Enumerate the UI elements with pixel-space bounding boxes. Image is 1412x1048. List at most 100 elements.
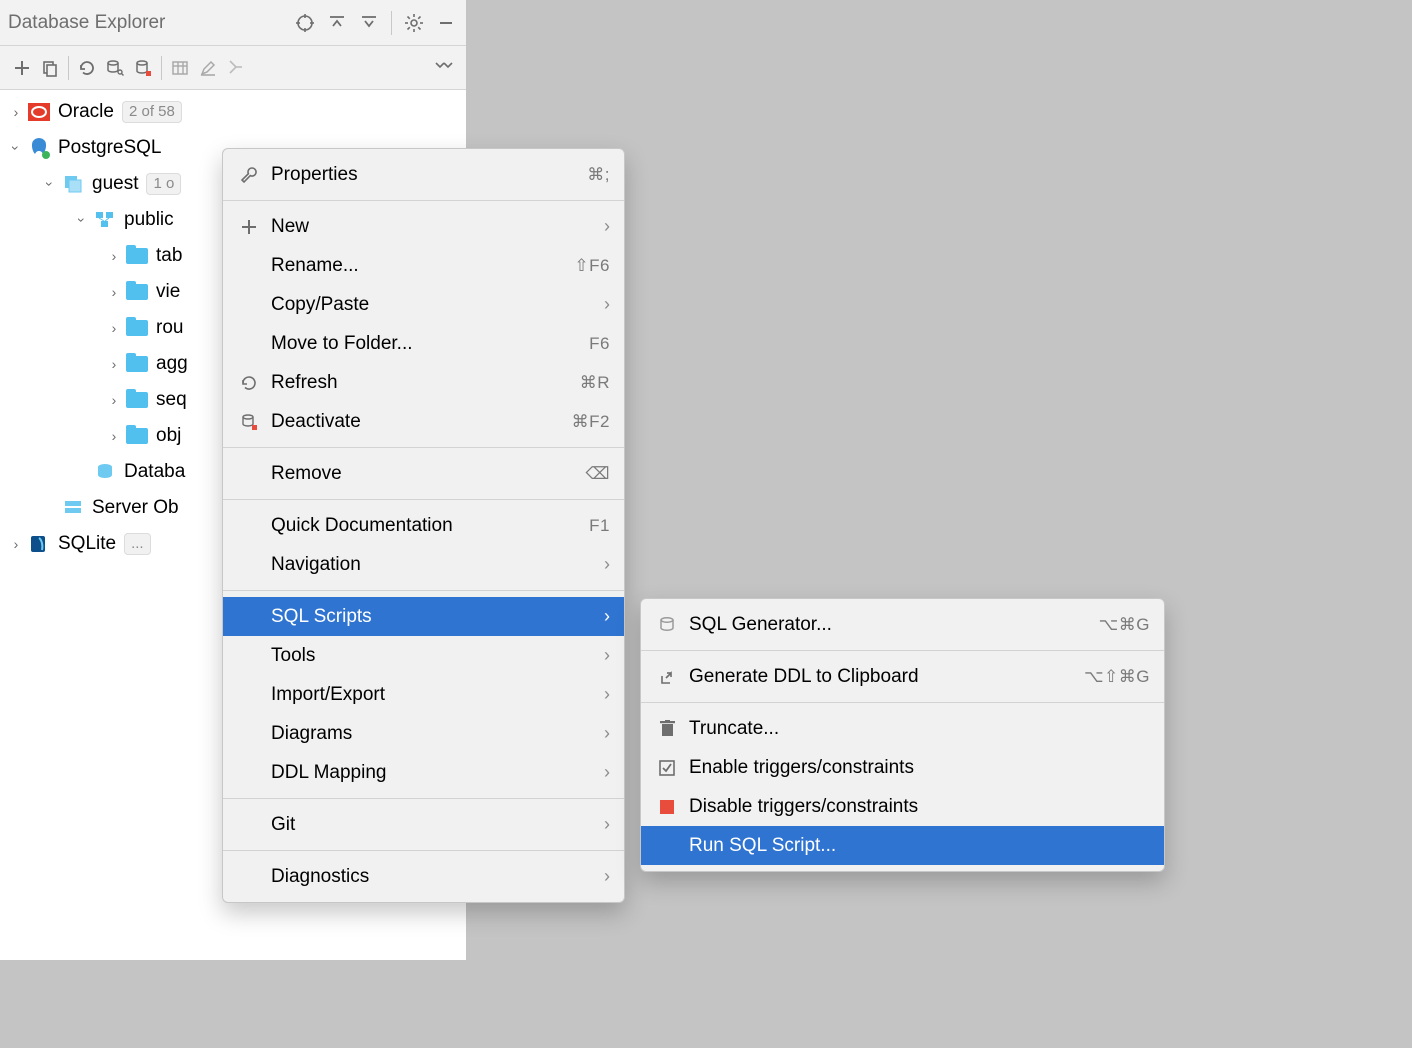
chevron-down-icon[interactable]: ›	[8, 138, 24, 158]
menu-label: Rename...	[271, 255, 574, 277]
target-icon[interactable]	[291, 9, 319, 37]
menu-label: New	[271, 216, 604, 238]
shortcut: ⌘;	[587, 165, 610, 185]
chevron-right-icon: ›	[604, 866, 610, 887]
chevron-right-icon: ›	[604, 723, 610, 744]
node-label: rou	[156, 317, 183, 339]
count-chip: ...	[124, 533, 151, 555]
shortcut: F6	[589, 334, 610, 354]
separator	[68, 56, 69, 80]
separator	[641, 702, 1164, 703]
jump-to-console-icon[interactable]	[222, 54, 250, 82]
menu-move-folder[interactable]: Move to Folder... F6	[223, 324, 624, 363]
refresh-icon[interactable]	[73, 54, 101, 82]
chevron-right-icon[interactable]: ›	[104, 248, 124, 264]
node-label: obj	[156, 425, 181, 447]
schema-icon	[60, 173, 86, 195]
menu-refresh[interactable]: Refresh ⌘R	[223, 363, 624, 402]
folder-icon	[124, 317, 150, 339]
menu-label: Run SQL Script...	[689, 835, 1150, 857]
menu-diagrams[interactable]: Diagrams ›	[223, 714, 624, 753]
menu-deactivate[interactable]: Deactivate ⌘F2	[223, 402, 624, 441]
menu-tools[interactable]: Tools ›	[223, 636, 624, 675]
menu-label: Tools	[271, 645, 604, 667]
chevron-right-icon[interactable]: ›	[104, 356, 124, 372]
tree-node-oracle[interactable]: › Oracle 2 of 58	[0, 94, 466, 130]
menu-git[interactable]: Git ›	[223, 805, 624, 844]
stop-icon	[653, 800, 681, 814]
node-label: Server Ob	[92, 497, 179, 519]
menu-remove[interactable]: Remove ⌫	[223, 454, 624, 493]
gear-icon[interactable]	[400, 9, 428, 37]
datasource-properties-icon[interactable]	[101, 54, 129, 82]
menu-label: Generate DDL to Clipboard	[689, 666, 1084, 688]
submenu-sql-generator[interactable]: SQL Generator... ⌥⌘G	[641, 605, 1164, 644]
edit-icon[interactable]	[194, 54, 222, 82]
menu-label: Copy/Paste	[271, 294, 604, 316]
explorer-header: Database Explorer	[0, 0, 466, 46]
menu-rename[interactable]: Rename... ⇧F6	[223, 246, 624, 285]
chevron-right-icon: ›	[604, 554, 610, 575]
menu-navigation[interactable]: Navigation ›	[223, 545, 624, 584]
submenu-run-sql-script[interactable]: Run SQL Script...	[641, 826, 1164, 865]
deactivate-icon[interactable]	[129, 54, 157, 82]
node-label: PostgreSQL	[58, 137, 162, 159]
chevron-right-icon: ›	[604, 294, 610, 315]
chevron-right-icon[interactable]: ›	[104, 392, 124, 408]
menu-label: Navigation	[271, 554, 604, 576]
menu-sql-scripts[interactable]: SQL Scripts ›	[223, 597, 624, 636]
folder-icon	[124, 425, 150, 447]
node-label: SQLite	[58, 533, 116, 555]
node-label: public	[124, 209, 174, 231]
menu-label: Diagrams	[271, 723, 604, 745]
separator	[223, 200, 624, 201]
server-icon	[60, 497, 86, 519]
chevron-down-icon[interactable]: ›	[74, 210, 90, 230]
duplicate-icon[interactable]	[36, 54, 64, 82]
menu-label: Quick Documentation	[271, 515, 589, 537]
overflow-icon[interactable]	[430, 54, 458, 82]
header-icons	[291, 9, 460, 37]
submenu-generate-ddl[interactable]: Generate DDL to Clipboard ⌥⇧⌘G	[641, 657, 1164, 696]
chevron-right-icon[interactable]: ›	[104, 320, 124, 336]
folder-icon	[124, 353, 150, 375]
minimize-icon[interactable]	[432, 9, 460, 37]
node-label: vie	[156, 281, 180, 303]
menu-label: Move to Folder...	[271, 333, 589, 355]
sql-scripts-submenu: SQL Generator... ⌥⌘G Generate DDL to Cli…	[640, 598, 1165, 872]
count-chip: 2 of 58	[122, 101, 182, 123]
separator	[223, 850, 624, 851]
menu-copy-paste[interactable]: Copy/Paste ›	[223, 285, 624, 324]
submenu-disable-triggers[interactable]: Disable triggers/constraints	[641, 787, 1164, 826]
menu-label: DDL Mapping	[271, 762, 604, 784]
expand-down-icon[interactable]	[355, 9, 383, 37]
chevron-right-icon[interactable]: ›	[104, 428, 124, 444]
chevron-right-icon: ›	[604, 645, 610, 666]
menu-diagnostics[interactable]: Diagnostics ›	[223, 857, 624, 896]
shortcut: ⌘R	[580, 373, 610, 393]
folder-icon	[124, 281, 150, 303]
menu-quick-doc[interactable]: Quick Documentation F1	[223, 506, 624, 545]
shortcut: ⇧F6	[574, 256, 610, 276]
chevron-down-icon[interactable]: ›	[42, 174, 58, 194]
submenu-enable-triggers[interactable]: Enable triggers/constraints	[641, 748, 1164, 787]
chevron-right-icon[interactable]: ›	[6, 536, 26, 552]
collapse-up-icon[interactable]	[323, 9, 351, 37]
menu-label: Truncate...	[689, 718, 1150, 740]
separator	[161, 56, 162, 80]
menu-label: Import/Export	[271, 684, 604, 706]
chevron-right-icon[interactable]: ›	[6, 104, 26, 120]
plus-icon[interactable]	[8, 54, 36, 82]
menu-properties[interactable]: Properties ⌘;	[223, 155, 624, 194]
menu-import-export[interactable]: Import/Export ›	[223, 675, 624, 714]
menu-new[interactable]: New ›	[223, 207, 624, 246]
chevron-right-icon[interactable]: ›	[104, 284, 124, 300]
chevron-right-icon: ›	[604, 606, 610, 627]
menu-ddl-mapping[interactable]: DDL Mapping ›	[223, 753, 624, 792]
table-icon[interactable]	[166, 54, 194, 82]
namespace-icon	[92, 209, 118, 231]
submenu-truncate[interactable]: Truncate...	[641, 709, 1164, 748]
shortcut: ⌥⇧⌘G	[1084, 667, 1150, 687]
separator	[223, 798, 624, 799]
shortcut: ⌥⌘G	[1099, 615, 1150, 635]
